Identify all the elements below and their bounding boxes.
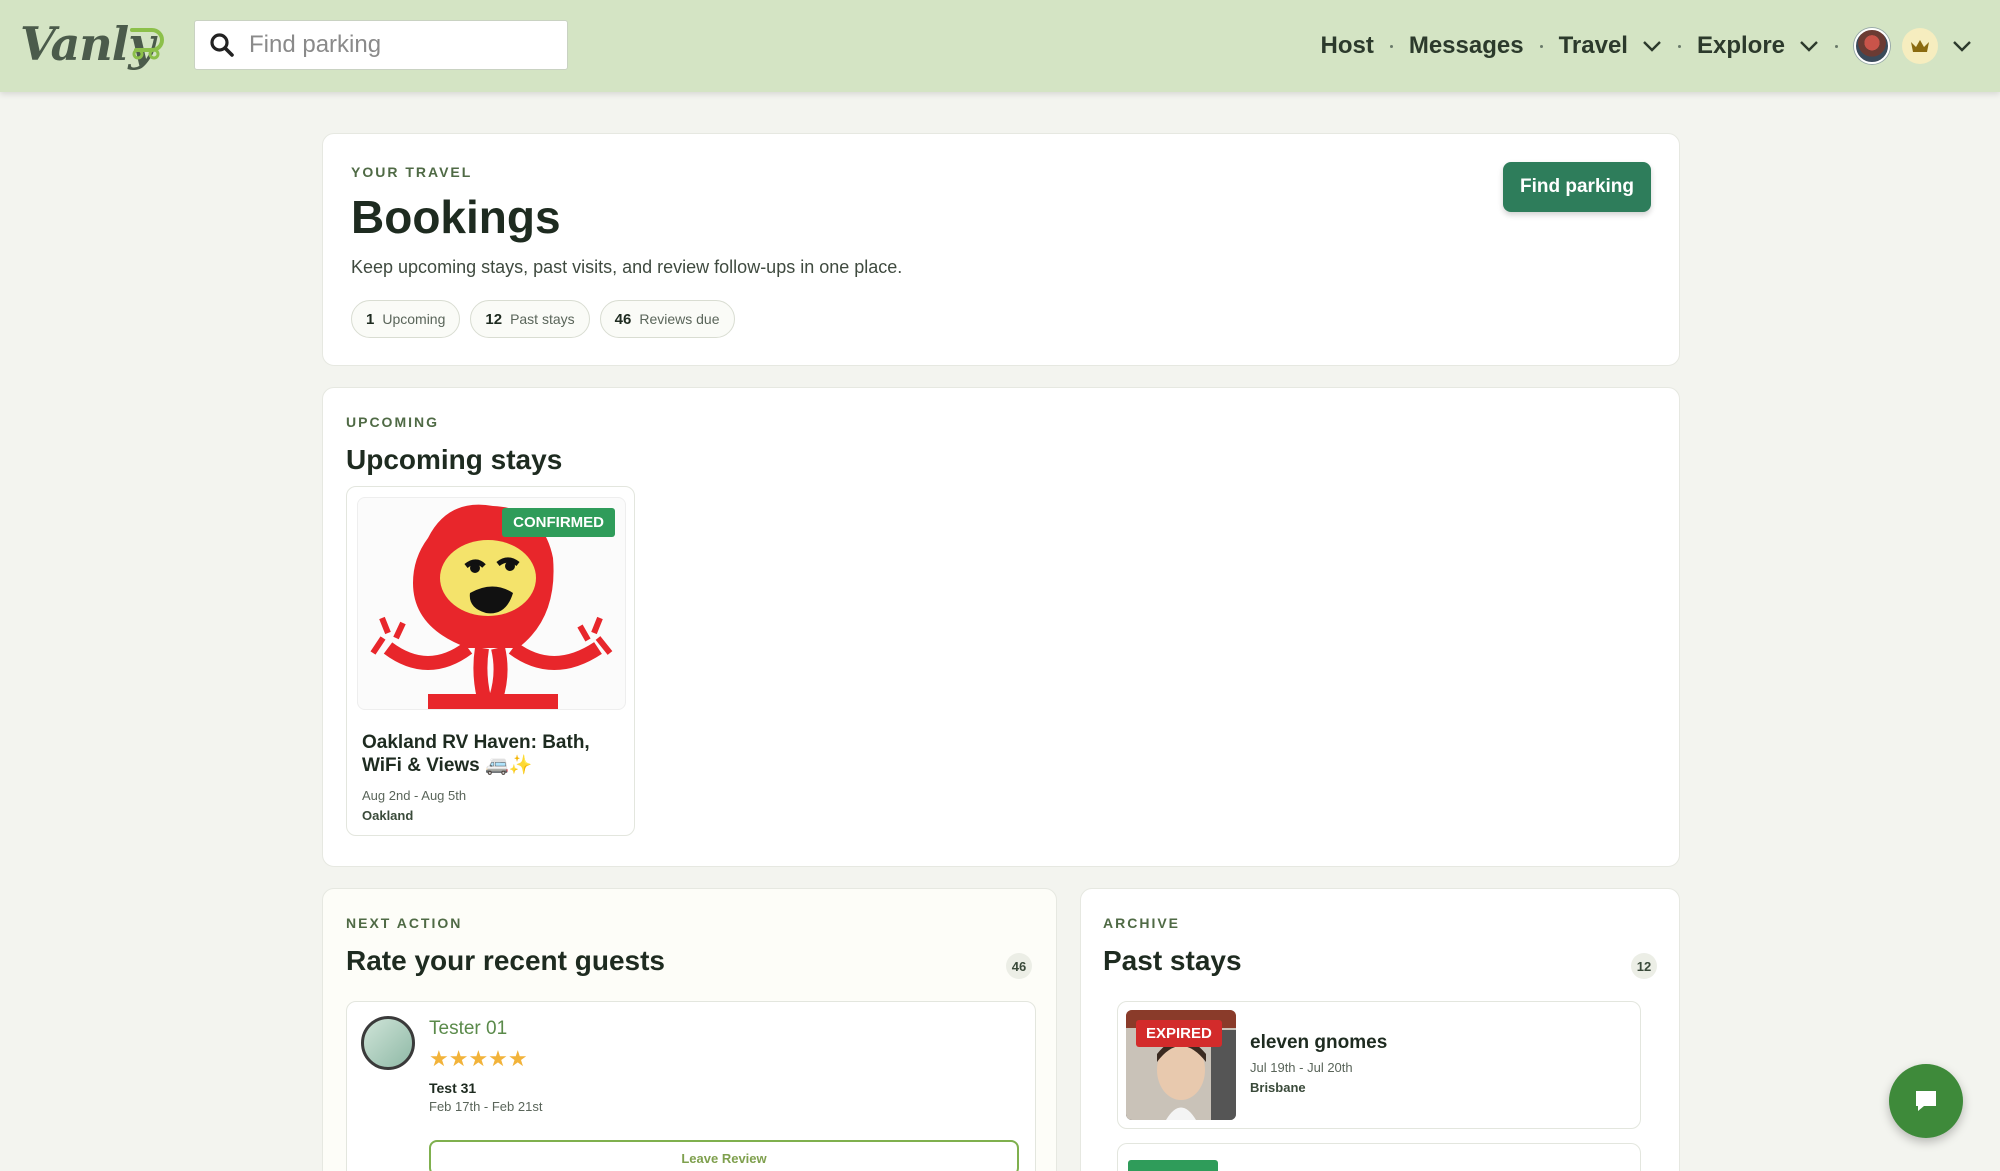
nav-messages[interactable]: Messages bbox=[1409, 32, 1524, 60]
bookings-description: Keep upcoming stays, past visits, and re… bbox=[351, 257, 903, 277]
search-bar[interactable] bbox=[194, 20, 568, 70]
chat-icon bbox=[1916, 1091, 1936, 1111]
leave-review-button[interactable]: Leave Review bbox=[429, 1140, 1019, 1171]
top-nav-bar: Vanly Host Messages Travel Ex bbox=[0, 0, 2000, 92]
archive-eyebrow: ARCHIVE bbox=[1103, 915, 1181, 931]
nav-host-label: Host bbox=[1320, 32, 1374, 59]
upcoming-title: Upcoming stays bbox=[346, 444, 563, 475]
logo-van-icon bbox=[130, 28, 164, 60]
chip-label: Upcoming bbox=[382, 311, 446, 327]
nav-separator bbox=[1677, 44, 1681, 48]
chip-count: 12 bbox=[485, 310, 503, 328]
next-action-eyebrow: NEXT ACTION bbox=[346, 915, 463, 931]
reviews-count-badge: 46 bbox=[1006, 953, 1032, 979]
upcoming-section: UPCOMING Upcoming stays CONFIRMED Oaklan… bbox=[322, 387, 1680, 867]
past-stay-dates: Jul 19th - Jul 20th bbox=[1250, 1060, 1353, 1075]
review-guest-card: Tester 01 ★★★★★ Test 31 Feb 17th - Feb 2… bbox=[346, 1001, 1036, 1171]
search-input[interactable] bbox=[249, 31, 549, 59]
chevron-down-icon bbox=[1800, 41, 1818, 52]
chip-reviews-due[interactable]: 46 Reviews due bbox=[599, 300, 735, 338]
next-action-section: NEXT ACTION Rate your recent guests 46 T… bbox=[322, 888, 1057, 1171]
past-stay-title[interactable]: eleven gnomes bbox=[1250, 1032, 1387, 1054]
nav-explore-label: Explore bbox=[1696, 32, 1785, 59]
status-badge-completed bbox=[1128, 1160, 1218, 1171]
archive-section: ARCHIVE Past stays 12 EXPIRED eleven gno… bbox=[1080, 888, 1680, 1171]
stay-location: Oakland bbox=[362, 808, 414, 823]
nav-separator bbox=[1835, 44, 1838, 48]
chip-label: Reviews due bbox=[639, 311, 720, 327]
nav-messages-label: Messages bbox=[1408, 32, 1524, 59]
search-icon bbox=[210, 33, 234, 57]
guest-stay-dates: Feb 17th - Feb 21st bbox=[429, 1099, 543, 1114]
nav-explore[interactable]: Explore bbox=[1697, 32, 1819, 60]
chevron-down-icon bbox=[1643, 41, 1661, 52]
main-nav: Host Messages Travel Explore bbox=[1320, 0, 1972, 92]
bookings-card: YOUR TRAVEL Bookings Keep upcoming stays… bbox=[322, 133, 1680, 366]
past-stay-card[interactable]: EXPIRED eleven gnomes Jul 19th - Jul 20t… bbox=[1117, 1001, 1641, 1129]
past-stay-card[interactable] bbox=[1117, 1143, 1641, 1171]
stay-dates: Aug 2nd - Aug 5th bbox=[362, 788, 467, 803]
nav-separator bbox=[1539, 44, 1543, 48]
status-badge-expired: EXPIRED bbox=[1136, 1020, 1222, 1047]
chat-button[interactable] bbox=[1889, 1064, 1963, 1138]
bookings-eyebrow: YOUR TRAVEL bbox=[351, 164, 473, 180]
status-badge-confirmed: CONFIRMED bbox=[502, 508, 615, 537]
past-stay-location: Brisbane bbox=[1250, 1080, 1306, 1095]
listing-title[interactable]: Oakland RV Haven: Bath, WiFi & Views 🚐✨ bbox=[362, 731, 632, 777]
archive-title: Past stays bbox=[1103, 945, 1242, 976]
chip-count: 1 bbox=[366, 310, 375, 328]
past-stays-count-badge: 12 bbox=[1631, 953, 1657, 979]
next-action-title: Rate your recent guests bbox=[346, 945, 665, 976]
account-menu-chevron-icon[interactable] bbox=[1952, 40, 1972, 52]
star-rating: ★★★★★ bbox=[429, 1046, 528, 1071]
summary-chips: 1 Upcoming 12 Past stays 46 Reviews due bbox=[351, 300, 735, 338]
upcoming-eyebrow: UPCOMING bbox=[346, 414, 439, 430]
page-title: Bookings bbox=[351, 191, 561, 243]
chip-count: 46 bbox=[614, 310, 632, 328]
upcoming-stay-card[interactable]: CONFIRMED Oakland RV Haven: Bath, WiFi &… bbox=[346, 486, 635, 836]
chip-label: Past stays bbox=[510, 311, 575, 327]
guest-avatar bbox=[361, 1016, 415, 1070]
chip-upcoming[interactable]: 1 Upcoming bbox=[351, 300, 461, 338]
past-stay-image: EXPIRED bbox=[1126, 1010, 1236, 1120]
nav-travel[interactable]: Travel bbox=[1559, 32, 1662, 60]
guest-name[interactable]: Tester 01 bbox=[429, 1018, 507, 1040]
user-avatar[interactable] bbox=[1854, 28, 1890, 64]
guest-stay-name: Test 31 bbox=[429, 1080, 477, 1096]
crown-icon[interactable] bbox=[1902, 28, 1938, 64]
nav-travel-label: Travel bbox=[1558, 32, 1628, 59]
listing-image: CONFIRMED bbox=[357, 497, 626, 710]
vanly-logo[interactable]: Vanly bbox=[20, 14, 166, 74]
chip-past-stays[interactable]: 12 Past stays bbox=[470, 300, 590, 338]
nav-host[interactable]: Host bbox=[1320, 32, 1373, 60]
nav-separator bbox=[1389, 44, 1393, 48]
find-parking-button[interactable]: Find parking bbox=[1503, 162, 1651, 212]
